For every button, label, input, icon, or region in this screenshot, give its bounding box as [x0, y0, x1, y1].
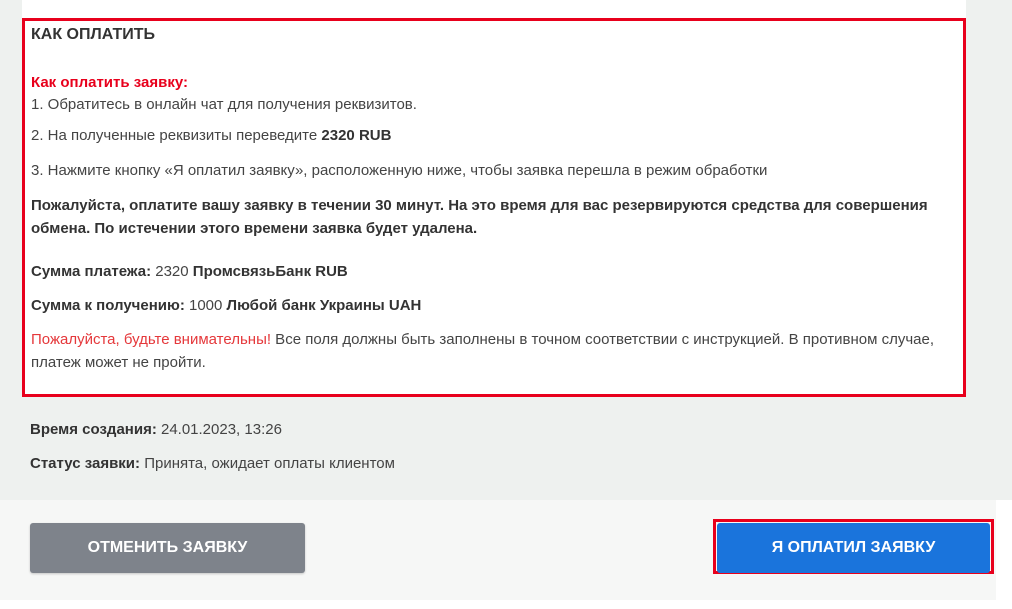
order-meta-panel: Время создания: 24.01.2023, 13:26 Статус…: [0, 397, 1012, 500]
step-2-amount: 2320 RUB: [321, 127, 392, 144]
created-time-row: Время создания: 24.01.2023, 13:26: [30, 421, 282, 438]
receive-amount-value: 1000: [184, 297, 227, 314]
footer-edge: [996, 500, 1012, 609]
payment-amount-row: Сумма платежа: 2320 ПромсвязьБанк RUB: [31, 263, 348, 280]
payment-bank: ПромсвязьБанк RUB: [192, 263, 348, 280]
attention-warning: Пожалуйста, будьте внимательны! Все поля…: [31, 328, 961, 374]
instruction-step-3: 3. Нажмите кнопку «Я оплатил заявку», ра…: [31, 162, 768, 179]
order-status-value: Принята, ожидает оплаты клиентом: [140, 455, 395, 472]
warning-highlight: Пожалуйста, будьте внимательны!: [31, 331, 272, 348]
receive-amount-label: Сумма к получению:: [31, 297, 185, 314]
receive-amount-row: Сумма к получению: 1000 Любой банк Украи…: [31, 297, 421, 314]
i-paid-button[interactable]: Я ОПЛАТИЛ ЗАЯВКУ: [717, 523, 990, 573]
order-status-label: Статус заявки:: [30, 455, 141, 472]
instructions-heading: КАК ОПЛАТИТЬ: [31, 26, 156, 43]
instruction-step-2: 2. На полученные реквизиты переведите 23…: [31, 127, 391, 144]
payment-instructions-box: КАК ОПЛАТИТЬ Как оплатить заявку: 1. Обр…: [22, 18, 966, 397]
created-time-label: Время создания:: [30, 421, 157, 438]
cancel-order-button[interactable]: ОТМЕНИТЬ ЗАЯВКУ: [30, 523, 305, 573]
page-margin-right: [966, 0, 1012, 397]
step-2-text: 2. На полученные реквизиты переведите: [31, 127, 322, 144]
instruction-step-1: 1. Обратитесь в онлайн чат для получения…: [31, 96, 417, 113]
time-limit-notice: Пожалуйста, оплатите вашу заявку в течен…: [31, 197, 928, 237]
page-margin-left: [0, 0, 22, 397]
created-time-value: 24.01.2023, 13:26: [156, 421, 282, 438]
receive-bank: Любой банк Украины UAH: [226, 297, 422, 314]
footer-bottom-edge: [0, 600, 1012, 609]
payment-amount-label: Сумма платежа:: [31, 263, 152, 280]
payment-amount-value: 2320: [151, 263, 193, 280]
instructions-subheading: Как оплатить заявку:: [31, 74, 188, 91]
order-status-row: Статус заявки: Принята, ожидает оплаты к…: [30, 455, 395, 472]
